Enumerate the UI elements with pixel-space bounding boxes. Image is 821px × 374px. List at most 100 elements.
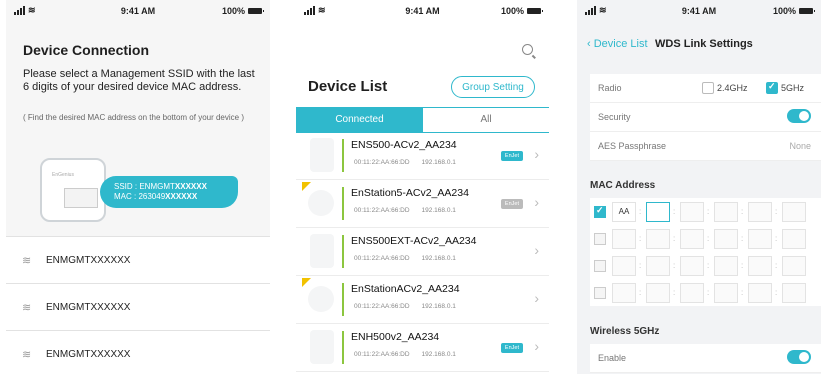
tab-bar: Connected All [296,107,549,133]
battery-indicator: 100% [500,6,543,16]
ssid-list-item[interactable]: ≋ ENMGMTXXXXXX [6,236,270,283]
device-meta: 00:11:22:AA:66:DD 192.168.0.1 [354,303,468,310]
back-button[interactable]: ‹ Device List [587,38,648,50]
mac-octet-input[interactable] [748,283,772,303]
mac-octet-input[interactable] [748,256,772,276]
device-row[interactable]: ENH500v2_AA234 00:11:22:AA:66:DD 192.168.… [296,324,549,372]
device-meta: 00:11:22:AA:66:DD 192.168.0.1 [354,351,468,358]
group-setting-button[interactable]: Group Setting [451,76,535,98]
wifi-icon: ≋ [22,301,32,314]
colon-separator: : [775,207,778,216]
mac-octet-input[interactable] [680,229,704,249]
mac-row-checkbox[interactable] [594,233,606,245]
back-label: Device List [593,38,648,50]
status-bar-indicator [342,235,344,268]
device-ip: 192.168.0.1 [421,207,456,214]
colon-separator: : [775,288,778,297]
mac-octet-input[interactable] [646,229,670,249]
ssid-list-item[interactable]: ≋ ENMGMTXXXXXX [6,283,270,330]
colon-separator: : [673,234,676,243]
chevron-right-icon: › [534,290,539,306]
colon-separator: : [639,261,642,270]
status-bar-indicator [342,187,344,220]
device-meta: 00:11:22:AA:66:DD 192.168.0.1 [354,207,468,214]
device-connection-screen: ≋ 9:41 AM 100% Device Connection Please … [6,0,270,374]
status-bar-indicator [342,283,344,316]
checkbox-2g[interactable] [702,82,714,94]
device-row[interactable]: EnStation5-ACv2_AA234 00:11:22:AA:66:DD 1… [296,180,549,228]
device-ip: 192.168.0.1 [421,159,456,166]
mac-row-checkbox[interactable] [594,287,606,299]
mac-row-checkbox[interactable] [594,205,606,218]
mac-octet-input[interactable] [646,202,670,222]
colon-separator: : [707,288,710,297]
device-thumbnail [308,286,334,312]
tab-connected[interactable]: Connected [296,108,423,132]
option-2g-label: 2.4GHz [717,83,748,93]
mac-octet-input[interactable] [680,202,704,222]
mac-octet-input[interactable] [680,283,704,303]
enable-label: Enable [598,353,627,363]
aes-label: AES Passphrase [598,141,667,151]
mac-octet-input[interactable] [612,229,636,249]
mac-label: MAC : 263049 [114,192,166,201]
mac-octet-input[interactable] [782,283,806,303]
mac-octet-input[interactable] [782,202,806,222]
security-row: Security [590,103,821,132]
status-bar: ≋ 9:41 AM 100% [6,0,270,22]
status-bar: ≋ 9:41 AM 100% [577,0,821,22]
mac-octet-input[interactable] [748,202,772,222]
device-list: ENS500-ACv2_AA234 00:11:22:AA:66:DD 192.1… [296,132,549,372]
mac-octet-input[interactable] [714,202,738,222]
chevron-right-icon: › [534,146,539,162]
device-row[interactable]: ENS500-ACv2_AA234 00:11:22:AA:66:DD 192.1… [296,132,549,180]
mac-octet-input[interactable] [646,283,670,303]
security-label: Security [598,112,631,122]
mac-octet-input[interactable] [782,256,806,276]
device-label-plate [64,188,98,208]
mac-row-checkbox[interactable] [594,260,606,272]
chevron-right-icon: › [534,194,539,210]
ssid-list: ≋ ENMGMTXXXXXX ≋ ENMGMTXXXXXX ≋ ENMGMTXXXXX… [6,236,270,374]
device-label-callout: SSID : ENMGMTXXXXXX MAC : 263049XXXXXX [100,176,238,208]
enable-toggle[interactable] [787,350,811,364]
battery-icon [248,8,264,14]
checkbox-5g[interactable] [766,81,778,94]
mac-octet-input[interactable] [782,229,806,249]
mac-octet-input[interactable] [612,283,636,303]
status-bar-indicator [342,331,344,364]
mac-octet-input[interactable] [680,256,704,276]
device-mac: 00:11:22:AA:66:DD [354,207,410,214]
device-meta: 00:11:22:AA:66:DD 192.168.0.1 [354,159,468,166]
ssid-list-item[interactable]: ≋ ENMGMTXXXXXX [6,330,270,374]
tab-all[interactable]: All [423,108,549,132]
device-name: EnStation5-ACv2_AA234 [351,187,469,199]
mac-octet-input[interactable] [646,256,670,276]
device-row[interactable]: ENS500EXT-ACv2_AA234 00:11:22:AA:66:DD 19… [296,228,549,276]
colon-separator: : [741,288,744,297]
enjet-badge: EnJet [500,199,523,209]
mac-octet-input[interactable] [612,256,636,276]
colon-separator: : [639,234,642,243]
wds-link-settings-screen: ≋ 9:41 AM 100% ‹ Device List WDS Link Se… [577,0,821,374]
device-mac: 00:11:22:AA:66:DD [354,159,410,166]
mac-octet-input[interactable] [714,283,738,303]
aes-row[interactable]: AES Passphrase None [590,132,821,161]
instruction-text: Please select a Management SSID with the… [23,68,255,93]
mac-octet-input[interactable] [748,229,772,249]
device-list-screen: ≋ 9:41 AM 100% Device List Group Setting… [296,0,549,374]
mac-octet-input[interactable]: AA [612,202,636,222]
colon-separator: : [673,261,676,270]
device-row[interactable]: EnStationACv2_AA234 00:11:22:AA:66:DD 192… [296,276,549,324]
device-mac: 00:11:22:AA:66:DD [354,351,410,358]
mac-octet-input[interactable] [714,256,738,276]
mac-octet-input[interactable] [714,229,738,249]
search-icon[interactable] [522,44,533,55]
enable-row: Enable [590,344,821,373]
battery-percent: 100% [500,6,524,16]
security-toggle[interactable] [787,109,811,123]
colon-separator: : [707,207,710,216]
colon-separator: : [707,234,710,243]
mac-section-header: MAC Address [590,180,656,191]
ssid-name: ENMGMTXXXXXX [46,301,131,313]
